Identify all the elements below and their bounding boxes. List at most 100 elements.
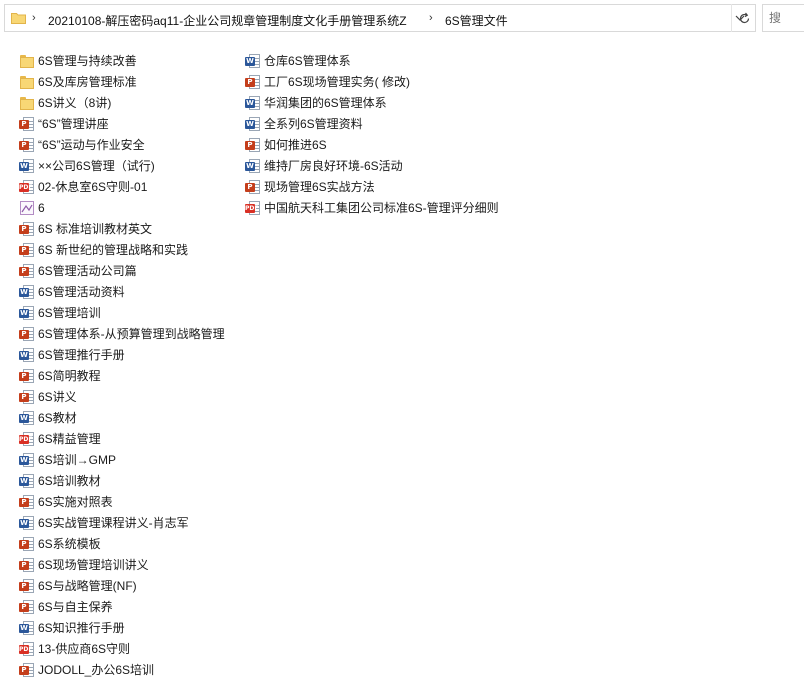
powerpoint-icon: P [19, 263, 35, 279]
word-document-icon: W [19, 452, 35, 468]
file-item[interactable]: W 6S培训→GMP [19, 449, 249, 470]
word-document-icon: W [19, 284, 35, 300]
file-name: 6S管理体系-从预算管理到战略管理 [38, 326, 225, 341]
file-name: 中国航天科工集团公司标准6S-管理评分细则 [264, 200, 499, 215]
file-name: ××公司6S管理（试行) [38, 158, 155, 173]
file-name: 6S管理培训 [38, 305, 101, 320]
file-item[interactable]: P 6S讲义 [19, 386, 249, 407]
file-name: 全系列6S管理资料 [264, 116, 363, 131]
word-document-icon: W [19, 473, 35, 489]
folder-icon [19, 53, 35, 69]
file-name: “6S”运动与作业安全 [38, 137, 145, 152]
breadcrumb-segment-current[interactable]: 6S管理文件 [445, 12, 508, 29]
file-item[interactable]: P 6S系统模板 [19, 533, 249, 554]
folder-icon [11, 13, 26, 24]
word-document-icon: W [19, 347, 35, 363]
powerpoint-icon: P [19, 557, 35, 573]
file-item[interactable]: P “6S”运动与作业安全 [19, 134, 249, 155]
file-name: 6S 标准培训教材英文 [38, 221, 153, 236]
refresh-button[interactable] [731, 4, 757, 32]
file-name: 6S讲义 [38, 389, 77, 404]
word-document-icon: W [245, 116, 261, 132]
file-name: “6S”管理讲座 [38, 116, 109, 131]
powerpoint-icon: P [19, 662, 35, 678]
pdf-icon: PDF [19, 179, 35, 195]
powerpoint-icon: P [19, 578, 35, 594]
file-item[interactable]: P 6S简明教程 [19, 365, 249, 386]
pdf-icon: PDF [19, 431, 35, 447]
file-name: 6S教材 [38, 410, 77, 425]
folder-item[interactable]: 6S及库房管理标准 [19, 71, 249, 92]
file-item[interactable]: W 6S培训教材 [19, 470, 249, 491]
file-item[interactable]: P 6S管理体系-从预算管理到战略管理 [19, 323, 249, 344]
file-name: 6S简明教程 [38, 368, 101, 383]
file-name: 6S与自主保养 [38, 599, 113, 614]
file-item[interactable]: W 6S管理活动资料 [19, 281, 249, 302]
file-item[interactable]: W 仓库6S管理体系 [245, 50, 475, 71]
file-name: 如何推进6S [264, 137, 327, 152]
powerpoint-icon: P [245, 137, 261, 153]
file-item[interactable]: PDF 02-休息室6S守则-01 [19, 176, 249, 197]
file-item[interactable]: W 6S管理培训 [19, 302, 249, 323]
file-name: 维持厂房良好环境-6S活动 [264, 158, 403, 173]
word-document-icon: W [245, 53, 261, 69]
file-name: 6S 新世纪的管理战略和实践 [38, 242, 189, 257]
file-item[interactable]: W 6S知识推行手册 [19, 617, 249, 638]
file-item[interactable]: 6 [19, 197, 249, 218]
powerpoint-icon: P [19, 536, 35, 552]
breadcrumb-segment-parent[interactable]: 20210108-解压密码aq11-企业公司规章管理制度文化手册管理系统Z [48, 12, 407, 29]
file-item[interactable]: P 6S现场管理培训讲义 [19, 554, 249, 575]
file-item[interactable]: PDF 6S精益管理 [19, 428, 249, 449]
file-name: 6S系统模板 [38, 536, 101, 551]
search-input[interactable] [762, 4, 804, 32]
file-item[interactable]: PDF 13-供应商6S守则 [19, 638, 249, 659]
file-item[interactable]: PDF 中国航天科工集团公司标准6S-管理评分细则 [245, 197, 499, 218]
word-document-icon: W [19, 158, 35, 174]
file-item[interactable]: P 6S与战略管理(NF) [19, 575, 249, 596]
powerpoint-icon: P [19, 326, 35, 342]
powerpoint-icon: P [19, 494, 35, 510]
file-item[interactable]: P 6S 标准培训教材英文 [19, 218, 249, 239]
file-item[interactable]: P 工厂6S现场管理实务( 修改) [245, 71, 475, 92]
powerpoint-icon: P [19, 599, 35, 615]
file-name: 工厂6S现场管理实务( 修改) [264, 74, 411, 89]
file-name: 6S培训→GMP [38, 452, 117, 467]
pdf-icon: PDF [245, 200, 261, 216]
file-name: 13-供应商6S守则 [38, 641, 131, 656]
file-item[interactable]: W 6S教材 [19, 407, 249, 428]
file-item[interactable]: W 6S实战管理课程讲义-肖志军 [19, 512, 249, 533]
file-item[interactable]: P “6S”管理讲座 [19, 113, 249, 134]
file-name: 02-休息室6S守则-01 [38, 179, 148, 194]
file-name: 6S现场管理培训讲义 [38, 557, 149, 572]
file-item[interactable]: P 6S 新世纪的管理战略和实践 [19, 239, 249, 260]
file-name: 6S实施对照表 [38, 494, 113, 509]
file-name: 6S管理活动资料 [38, 284, 125, 299]
refresh-icon [739, 12, 750, 23]
chevron-right-icon[interactable]: › [429, 12, 433, 24]
file-name: 6S管理活动公司篇 [38, 263, 137, 278]
folder-item[interactable]: 6S管理与持续改善 [19, 50, 249, 71]
file-item[interactable]: W 华润集团的6S管理体系 [245, 92, 475, 113]
chevron-right-icon[interactable]: › [32, 12, 36, 24]
file-item[interactable]: W 6S管理推行手册 [19, 344, 249, 365]
file-item[interactable]: P JODOLL_办公6S培训 [19, 659, 249, 680]
file-item[interactable]: W 维持厂房良好环境-6S活动 [245, 155, 475, 176]
file-name: JODOLL_办公6S培训 [38, 662, 155, 677]
file-item[interactable]: P 现场管理6S实战方法 [245, 176, 475, 197]
file-item[interactable]: P 6S实施对照表 [19, 491, 249, 512]
file-item[interactable]: P 6S管理活动公司篇 [19, 260, 249, 281]
file-item[interactable]: W ××公司6S管理（试行) [19, 155, 249, 176]
word-document-icon: W [19, 515, 35, 531]
file-name: 6S实战管理课程讲义-肖志军 [38, 515, 189, 530]
address-bar[interactable]: › 20210108-解压密码aq11-企业公司规章管理制度文化手册管理系统Z … [4, 4, 756, 32]
file-item[interactable]: P 如何推进6S [245, 134, 475, 155]
file-name: 6S精益管理 [38, 431, 101, 446]
powerpoint-icon: P [19, 368, 35, 384]
powerpoint-icon: P [19, 242, 35, 258]
file-name: 华润集团的6S管理体系 [264, 95, 387, 110]
file-item[interactable]: P 6S与自主保养 [19, 596, 249, 617]
folder-item[interactable]: 6S讲义（8讲) [19, 92, 249, 113]
file-name: 6S与战略管理(NF) [38, 578, 137, 593]
word-document-icon: W [19, 305, 35, 321]
file-item[interactable]: W 全系列6S管理资料 [245, 113, 475, 134]
